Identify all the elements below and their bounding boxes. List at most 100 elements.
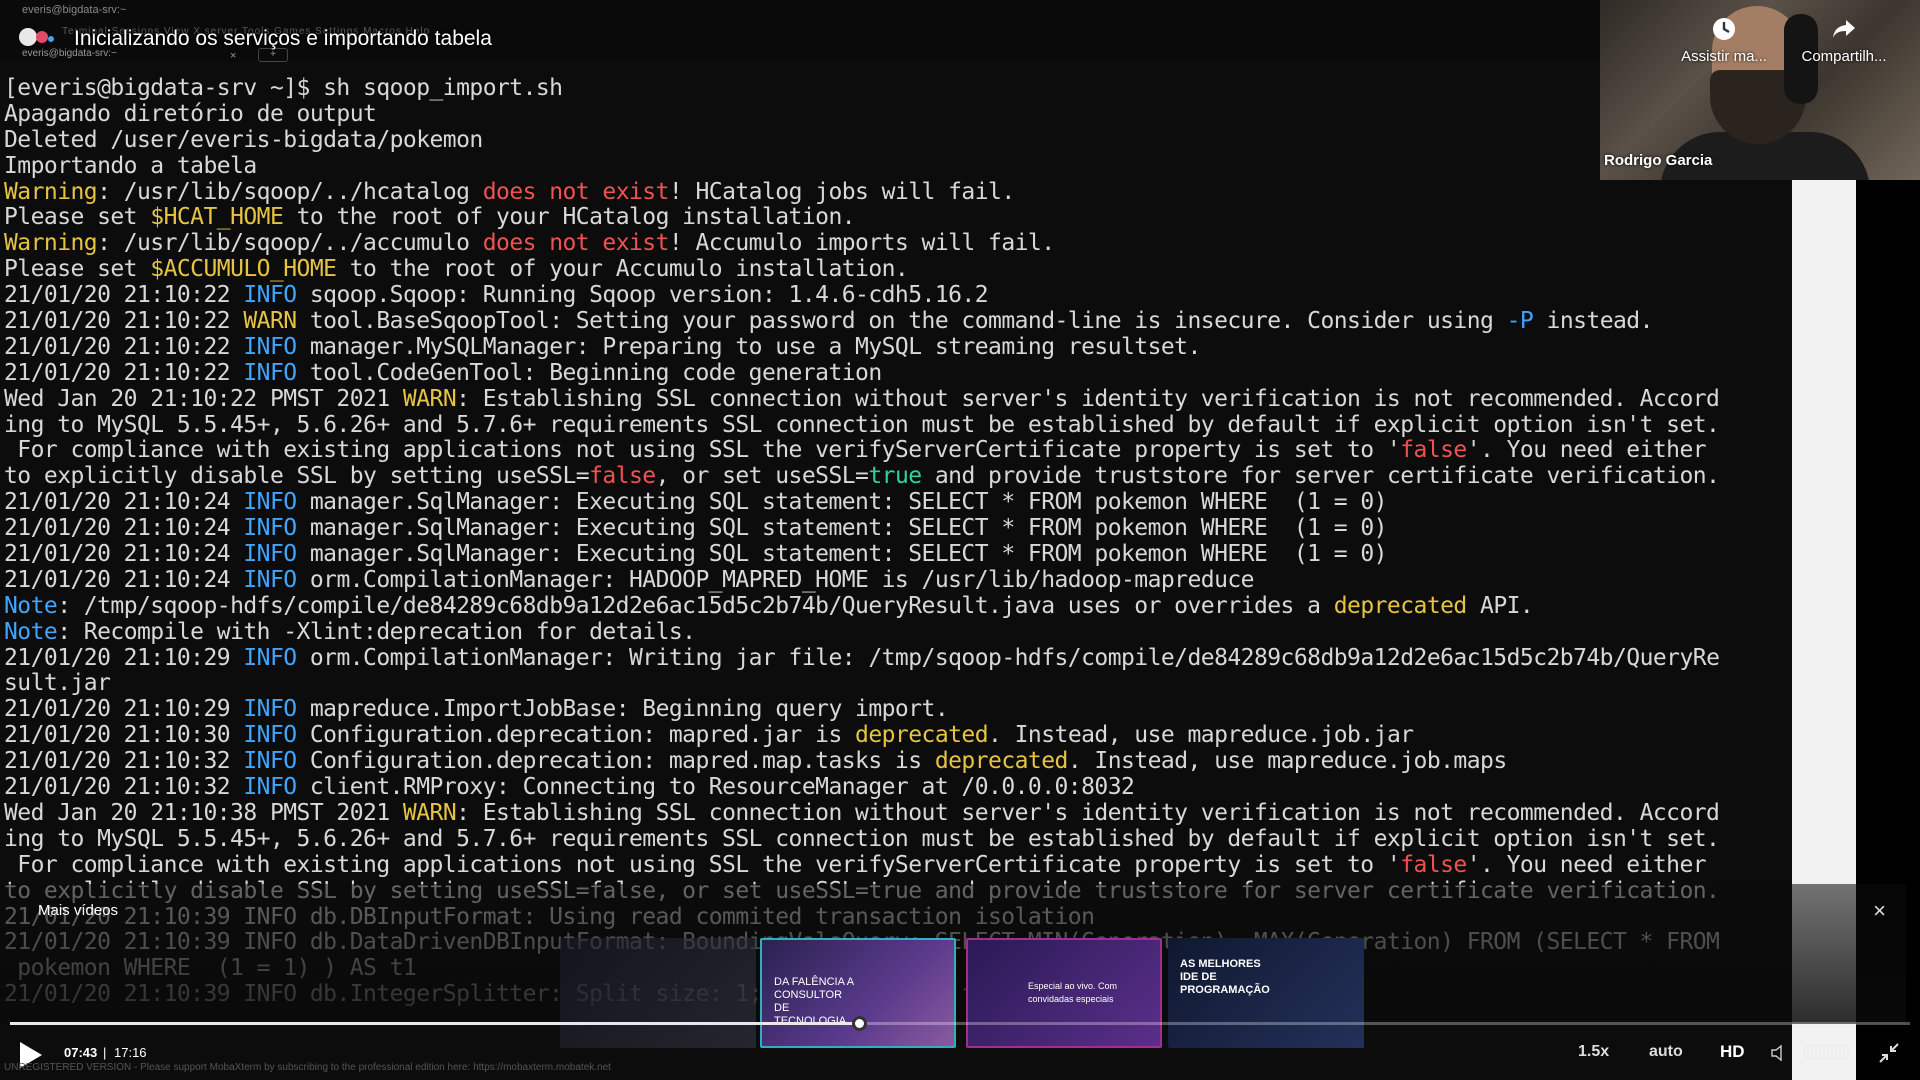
terminal-text: manager.SqlManager: Executing SQL statem… [296, 515, 1388, 542]
terminal-line: ing to MySQL 5.5.45+, 5.6.26+ and 5.7.6+… [4, 826, 1856, 853]
terminal-text: -P [1506, 308, 1534, 335]
terminal-text: 21/01/20 21:10:22 [4, 282, 244, 309]
terminal-text: INFO [243, 515, 297, 542]
share-button[interactable]: Compartilh... [1794, 16, 1894, 65]
terminal-text: 21/01/20 21:10:22 [4, 359, 244, 386]
volume-slider[interactable] [1803, 1044, 1851, 1060]
terminal-line: 21/01/20 21:10:22 INFO tool.CodeGenTool:… [4, 359, 1856, 387]
exit-fullscreen-icon[interactable] [1878, 1042, 1900, 1064]
terminal-output: [everis@bigdata-srv ~]$ sh sqoop_import.… [4, 75, 1856, 1008]
terminal-text: 21/01/20 21:10:24 [4, 489, 244, 516]
terminal-line: Warning: /usr/lib/sqoop/../accumulo does… [4, 230, 1856, 257]
tab-close-icon[interactable]: × [230, 50, 236, 62]
current-time: 07:43 [64, 1045, 98, 1060]
terminal-text: INFO [243, 489, 297, 516]
terminal-text: WARN [402, 385, 457, 412]
terminal-text: and provide truststore for server certif… [921, 463, 1720, 490]
terminal-text: deprecated [934, 748, 1069, 775]
terminal-text: Configuration.deprecation: mapred.map.ta… [296, 748, 935, 775]
watch-later-button[interactable]: Assistir ma... [1674, 16, 1774, 65]
terminal-line: 21/01/20 21:10:24 INFO manager.SqlManage… [4, 541, 1856, 568]
terminal-text: [everis@bigdata-srv ~]$ sh sqoop_import.… [4, 75, 563, 101]
terminal-text: : /usr/lib/sqoop/../hcatalog [97, 178, 483, 205]
terminal-text: . Instead, use mapreduce.job.jar [988, 722, 1414, 749]
terminal-text: For compliance with existing application… [4, 437, 1401, 464]
terminal-text: sult.jar [4, 670, 111, 697]
terminal-line: 21/01/20 21:10:29 INFO mapreduce.ImportJ… [4, 696, 1856, 723]
terminal-text: INFO [243, 566, 297, 593]
terminal-text: : Recompile with -Xlint:deprecation for … [57, 618, 696, 645]
terminal-text: deprecated [855, 722, 989, 749]
terminal-text: : /usr/lib/sqoop/../accumulo [97, 230, 483, 257]
terminal-text: Apagando diretório de output [4, 100, 377, 127]
terminal-text: 21/01/20 21:10:32 [4, 748, 244, 775]
terminal-text: sqoop.Sqoop: Running Sqoop version: 1.4.… [296, 282, 989, 309]
terminal-line: to explicitly disable SSL by setting use… [4, 463, 1856, 490]
channel-logo-icon[interactable] [18, 26, 56, 48]
terminal-text: WARN [243, 308, 297, 335]
terminal-text: '. You need either [1466, 437, 1707, 464]
terminal-text: : /tmp/sqoop-hdfs/compile/de84289c68db9a… [57, 592, 1334, 619]
terminal-text: false [1400, 851, 1467, 878]
window-title: everis@bigdata-srv:~ [22, 4, 127, 16]
unregistered-notice: UNREGISTERED VERSION - Please support Mo… [4, 1062, 611, 1073]
terminal-text: INFO [243, 644, 297, 671]
terminal-text: 21/01/20 21:10:29 [4, 644, 244, 671]
terminal-line: Deleted /user/everis-bigdata/pokemon [4, 127, 1856, 154]
hd-button[interactable]: HD [1720, 1042, 1745, 1062]
terminal-line: For compliance with existing application… [4, 851, 1856, 879]
terminal-text: Configuration.deprecation: mapred.jar is [296, 722, 856, 749]
quality-button[interactable]: auto [1649, 1043, 1683, 1061]
thumbnail-text: DA FALÊNCIA A CONSULTOR DE TECNOLOGIA [774, 976, 854, 1027]
terminal-line: Wed Jan 20 21:10:22 PMST 2021 WARN: Esta… [4, 385, 1856, 413]
terminal-text: : Establishing SSL connection without se… [456, 799, 1720, 826]
terminal-text: INFO [243, 541, 297, 568]
terminal-line: Note: /tmp/sqoop-hdfs/compile/de84289c68… [4, 592, 1856, 620]
terminal-line: sult.jar [4, 671, 1856, 697]
terminal-text: tool.CodeGenTool: Beginning code generat… [296, 359, 882, 386]
terminal-text: manager.MySQLManager: Preparing to use a… [296, 333, 1201, 360]
more-videos-label: Mais vídeos [38, 902, 119, 919]
total-time: 17:16 [114, 1045, 147, 1060]
clock-icon [1713, 18, 1735, 40]
terminal-line: 21/01/20 21:10:29 INFO orm.CompilationMa… [4, 644, 1856, 672]
terminal-text: 21/01/20 21:10:29 [4, 696, 244, 723]
close-icon[interactable]: × [1873, 898, 1886, 924]
share-label: Compartilh... [1801, 48, 1887, 65]
terminal-line: Importando a tabela [4, 152, 1856, 180]
playback-speed-button[interactable]: 1.5x [1578, 1043, 1609, 1061]
terminal-text: Warning [4, 178, 98, 205]
terminal-line: Please set $ACCUMULO_HOME to the root of… [4, 256, 1856, 283]
terminal-text: API. [1466, 592, 1534, 619]
terminal-text: Wed Jan 20 21:10:38 PMST 2021 [4, 799, 403, 826]
terminal-text: WARN [402, 799, 457, 826]
terminal-text: : Establishing SSL connection without se… [456, 385, 1720, 412]
video-progress-bar[interactable] [10, 1016, 1910, 1031]
terminal-line: [everis@bigdata-srv ~]$ sh sqoop_import.… [4, 75, 1856, 102]
terminal-text: Importando a tabela [4, 152, 257, 179]
terminal-text: true [868, 463, 922, 490]
terminal-text: does not exist [482, 230, 670, 257]
terminal-text: false [1400, 437, 1467, 464]
terminal-line: Apagando diretório de output [4, 100, 1856, 128]
terminal-text: 21/01/20 21:10:22 [4, 333, 244, 360]
terminal-line: ing to MySQL 5.5.45+, 5.6.26+ and 5.7.6+… [4, 412, 1856, 439]
terminal-text: 21/01/20 21:10:24 [4, 541, 244, 568]
terminal-text: false [589, 463, 656, 490]
terminal-line: 21/01/20 21:10:32 INFO Configuration.dep… [4, 748, 1856, 775]
terminal-text: Wed Jan 20 21:10:22 PMST 2021 [4, 385, 403, 412]
video-title[interactable]: Inicializando os serviços e importando t… [74, 27, 492, 51]
terminal-text: 21/01/20 21:10:32 [4, 774, 244, 801]
terminal-line: 21/01/20 21:10:22 WARN tool.BaseSqoopToo… [4, 308, 1856, 335]
terminal-text: to explicitly disable SSL by setting use… [4, 463, 590, 490]
terminal-text: For compliance with existing application… [4, 851, 1401, 878]
terminal-line: 21/01/20 21:10:24 INFO orm.CompilationMa… [4, 566, 1856, 594]
thumbnail-text: Especial ao vivo. Com convidadas especia… [1028, 981, 1118, 1004]
terminal-text: INFO [243, 333, 297, 360]
terminal-text: Note [4, 618, 58, 645]
terminal-text: 21/01/20 21:10:24 [4, 515, 244, 542]
terminal-text: INFO [243, 282, 297, 309]
volume-icon[interactable] [1770, 1044, 1788, 1062]
terminal-text: INFO [243, 722, 297, 749]
terminal-line: 21/01/20 21:10:22 INFO sqoop.Sqoop: Runn… [4, 282, 1856, 309]
